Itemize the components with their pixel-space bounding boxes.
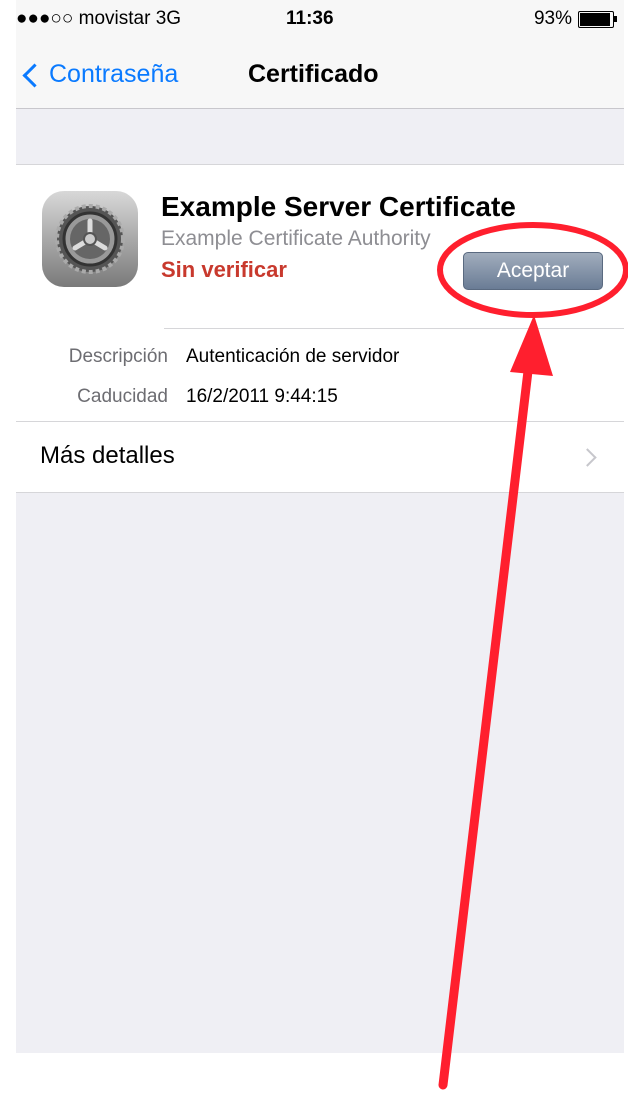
gear-icon [42, 191, 138, 287]
more-details-label: Más detalles [40, 442, 175, 469]
phone-screen: ●●●○○ movistar 3G 11:36 93% Contraseña C… [16, 0, 624, 1053]
carrier-label: ●●●○○ movistar 3G [16, 8, 182, 29]
battery-indicator: 93% [533, 8, 617, 30]
clock: 11:36 [286, 8, 334, 29]
more-details-row[interactable]: Más detalles [16, 422, 624, 492]
certificate-title: Example Server Certificate [161, 191, 516, 222]
chevron-right-icon [578, 448, 597, 467]
detail-value: Autenticación de servidor [186, 346, 400, 367]
divider [164, 328, 624, 329]
status-bar: ●●●○○ movistar 3G 11:36 93% [16, 0, 624, 40]
back-button[interactable]: Contraseña [22, 60, 179, 89]
detail-value: 16/2/2011 9:44:15 [186, 386, 338, 407]
page-title: Certificado [248, 60, 379, 88]
verification-status: Sin verificar [161, 257, 287, 282]
chevron-left-icon [22, 63, 47, 88]
accept-button[interactable]: Aceptar [463, 252, 603, 290]
navigation-bar: Contraseña Certificado [16, 52, 624, 98]
detail-label: Caducidad [77, 386, 168, 407]
top-bar: ●●●○○ movistar 3G 11:36 93% Contraseña C… [16, 0, 624, 109]
back-label: Contraseña [49, 60, 179, 88]
certificate-card: Example Server Certificate Example Certi… [16, 164, 624, 493]
certificate-issuer: Example Certificate Authority [161, 227, 431, 250]
battery-icon [578, 10, 617, 28]
detail-label: Descripción [68, 346, 168, 367]
battery-percent: 93% [533, 8, 572, 29]
